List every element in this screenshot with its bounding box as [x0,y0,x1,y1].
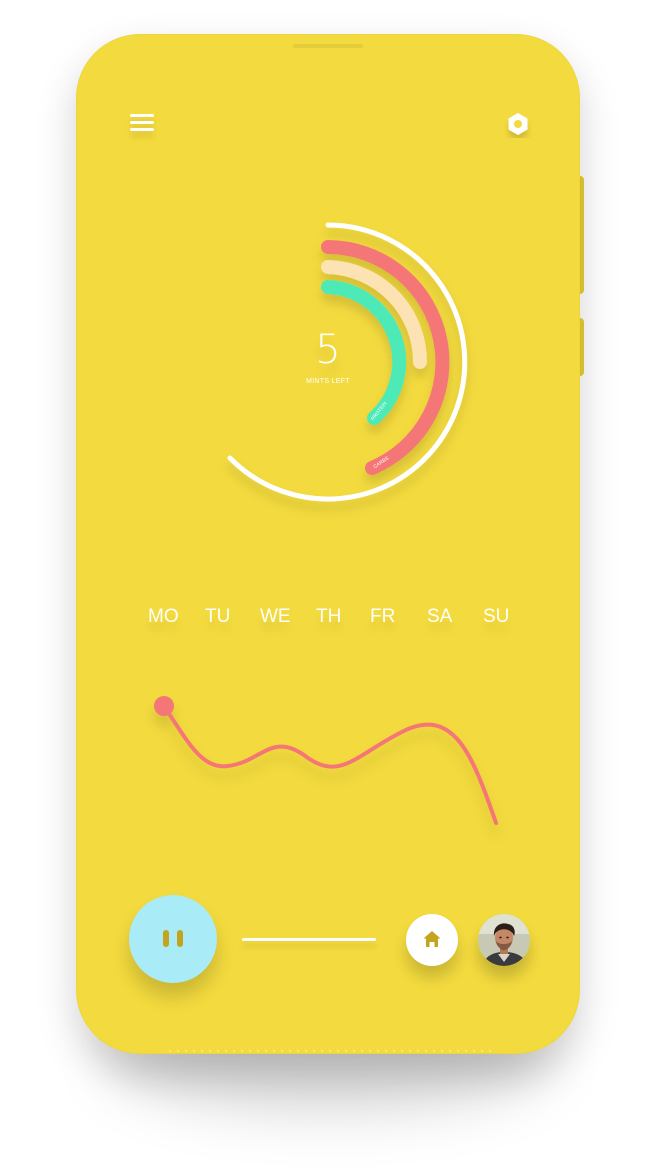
home-icon [423,931,441,947]
progress-slider[interactable] [242,938,376,941]
phone-frame: CARBS PROTEIN 5 MINTS LEFT MO TU WE TH F… [76,34,580,1054]
user-avatar[interactable] [478,914,530,966]
pause-icon-bar [177,930,183,947]
pause-button[interactable] [129,895,217,983]
pause-icon [163,930,169,947]
screen: CARBS PROTEIN 5 MINTS LEFT MO TU WE TH F… [0,0,660,1173]
home-button[interactable] [406,914,458,966]
trend-chart [154,696,498,825]
trend-start-dot [154,696,174,716]
trend-line [162,704,498,825]
phone-bottom-edge [166,1048,496,1054]
